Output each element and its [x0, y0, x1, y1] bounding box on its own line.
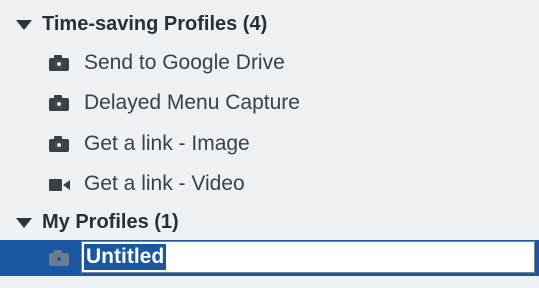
rename-input-selected-text[interactable]: Untitled: [84, 244, 167, 270]
profile-item-untitled[interactable]: Untitled: [0, 240, 539, 276]
video-icon: [48, 176, 70, 192]
group-label: My Profiles (1): [42, 210, 179, 233]
expand-triangle-icon[interactable]: [16, 218, 32, 228]
profile-item-label: Get a link - Video: [84, 172, 245, 195]
expand-triangle-icon[interactable]: [16, 20, 32, 30]
profile-item-label: Get a link - Image: [84, 132, 250, 155]
group-header-time-saving-profiles[interactable]: Time-saving Profiles (4): [0, 6, 267, 42]
rename-input[interactable]: Untitled: [81, 241, 535, 273]
camera-icon: [48, 55, 70, 71]
group-header-my-profiles[interactable]: My Profiles (1): [0, 204, 179, 240]
group-label: Time-saving Profiles (4): [42, 12, 268, 35]
camera-icon: [48, 250, 70, 266]
profiles-panel: Time-saving Profiles (4) Send to Google …: [0, 0, 539, 288]
camera-icon: [48, 95, 70, 111]
camera-icon: [48, 136, 70, 152]
profile-item-get-a-link-image[interactable]: Get a link - Image: [0, 126, 539, 162]
profile-item-label: Delayed Menu Capture: [84, 91, 300, 114]
profile-item-send-to-google-drive[interactable]: Send to Google Drive: [0, 45, 539, 81]
profile-item-label: Send to Google Drive: [84, 51, 285, 74]
profile-item-delayed-menu-capture[interactable]: Delayed Menu Capture: [0, 85, 539, 121]
profile-item-get-a-link-video[interactable]: Get a link - Video: [0, 166, 539, 202]
